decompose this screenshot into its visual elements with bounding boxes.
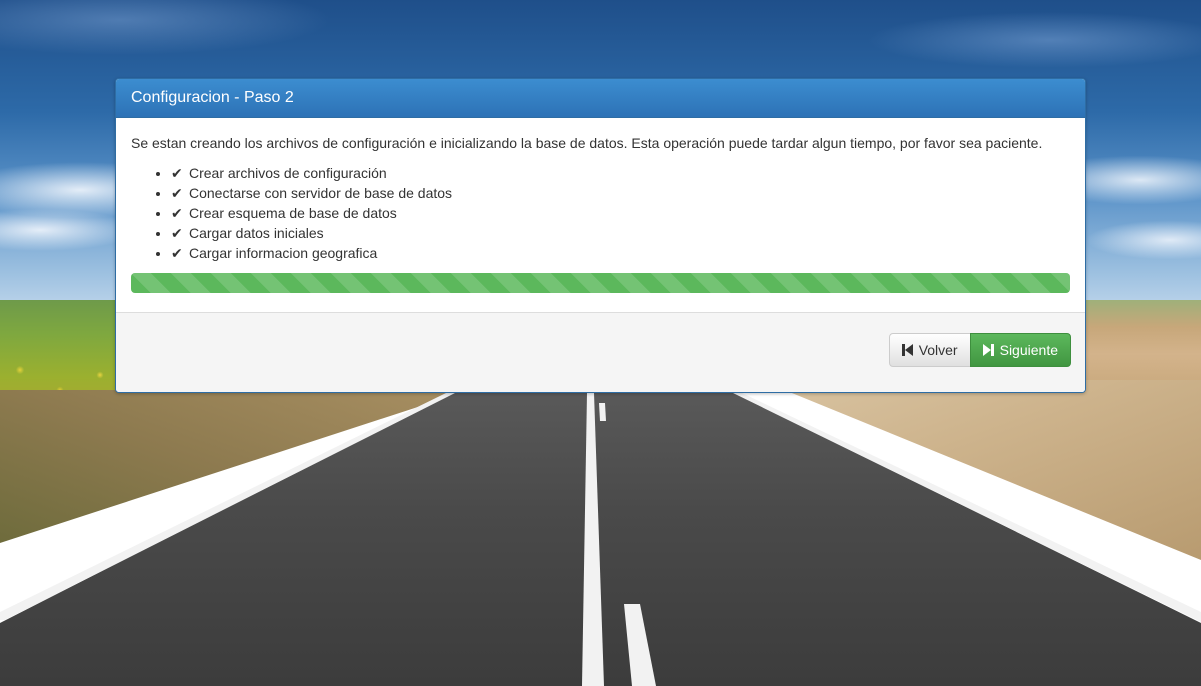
intro-text: Se estan creando los archivos de configu…: [131, 135, 1043, 151]
progress-track: [131, 273, 1070, 293]
list-item: ✔ Conectarse con servidor de base de dato…: [171, 183, 1070, 203]
list-item: ✔ Crear archivos de configuración: [171, 163, 1070, 183]
check-icon: ✔: [171, 225, 183, 241]
check-icon: ✔: [171, 165, 183, 181]
list-item: ✔ Cargar informacion geografica: [171, 243, 1070, 263]
back-button-label: Volver: [918, 342, 958, 358]
check-icon: ✔: [171, 205, 183, 221]
panel-body: Se estan creando los archivos de configu…: [116, 118, 1085, 313]
nav-button-group: Volver Siguiente: [888, 333, 1071, 367]
progress-bar: [131, 273, 1070, 293]
step-backward-icon: [901, 344, 913, 356]
step-label: Crear esquema de base de datos: [189, 205, 397, 221]
list-item: ✔ Crear esquema de base de datos: [171, 203, 1070, 223]
next-button[interactable]: Siguiente: [969, 333, 1071, 367]
check-icon: ✔: [171, 185, 183, 201]
check-icon: ✔: [171, 245, 183, 261]
steps-list: ✔ Crear archivos de configuración ✔ Conect…: [131, 163, 1070, 263]
setup-panel: Configuracion - Paso 2 Se estan creando …: [115, 78, 1086, 393]
step-label: Crear archivos de configuración: [189, 165, 387, 181]
panel-footer: Volver Siguiente: [116, 313, 1085, 392]
step-forward-icon: [982, 344, 994, 356]
list-item: ✔ Cargar datos iniciales: [171, 223, 1070, 243]
step-label: Cargar informacion geografica: [189, 245, 378, 261]
back-button[interactable]: Volver: [888, 333, 971, 367]
step-label: Conectarse con servidor de base de datos: [189, 185, 453, 201]
next-button-label: Siguiente: [999, 342, 1058, 358]
step-label: Cargar datos iniciales: [189, 225, 324, 241]
panel-title: Configuracion - Paso 2: [116, 79, 1085, 118]
